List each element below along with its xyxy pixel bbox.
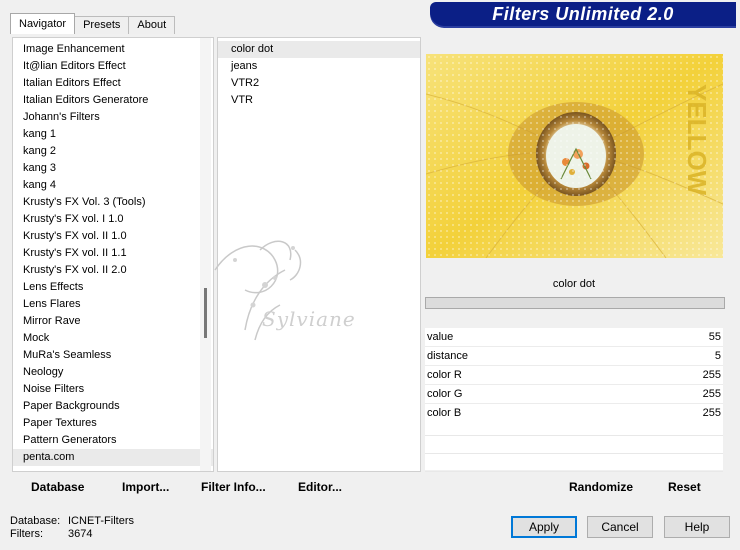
param-label: color R: [427, 369, 462, 381]
tab-about[interactable]: About: [128, 16, 176, 34]
category-item[interactable]: Krusty's FX vol. II 1.0: [13, 228, 213, 245]
category-item[interactable]: Paper Backgrounds: [13, 398, 213, 415]
category-item[interactable]: kang 4: [13, 177, 213, 194]
filter-item[interactable]: jeans: [218, 58, 420, 75]
tab-presets[interactable]: Presets: [74, 16, 130, 34]
cancel-button[interactable]: Cancel: [587, 516, 653, 538]
selected-filter-name: color dot: [425, 273, 723, 295]
category-item[interactable]: Mirror Rave: [13, 313, 213, 330]
category-item[interactable]: Paper Textures: [13, 415, 213, 432]
category-item[interactable]: Krusty's FX vol. I 1.0: [13, 211, 213, 228]
watermark-text: Sylviane: [262, 307, 356, 331]
category-item[interactable]: Krusty's FX vol. II 2.0: [13, 262, 213, 279]
filters-count-value: 3674: [68, 528, 93, 540]
watermark-ornament-icon: [214, 240, 302, 341]
param-empty-row: [425, 418, 723, 436]
param-empty-row: [425, 454, 723, 472]
param-value: 255: [702, 388, 721, 400]
category-item[interactable]: Krusty's FX Vol. 3 (Tools): [13, 194, 213, 211]
apply-button[interactable]: Apply: [511, 516, 577, 538]
filter-item[interactable]: VTR: [218, 92, 420, 109]
param-empty-row: [425, 436, 723, 454]
filter-info-button[interactable]: Filter Info...: [201, 476, 266, 498]
category-item[interactable]: Krusty's FX vol. II 1.1: [13, 245, 213, 262]
app-banner: Filters Unlimited 2.0: [430, 2, 736, 26]
param-label: color G: [427, 388, 463, 400]
category-item[interactable]: Lens Effects: [13, 279, 213, 296]
filters-count-label: Filters:: [10, 528, 43, 540]
param-row-color-r[interactable]: color R 255: [425, 366, 723, 385]
database-label: Database:: [10, 515, 61, 527]
category-list-panel: Image Enhancement It@lian Editors Effect…: [12, 37, 214, 472]
tab-bar: Navigator Presets About: [10, 13, 176, 34]
category-item[interactable]: Lens Flares: [13, 296, 213, 313]
preview-overlay-text: YELLOW: [682, 84, 712, 196]
param-row-value[interactable]: value 55: [425, 328, 723, 347]
progress-bar: [425, 297, 725, 309]
param-value: 55: [708, 331, 721, 343]
filter-item[interactable]: VTR2: [218, 75, 420, 92]
category-item[interactable]: Neology: [13, 364, 213, 381]
param-value: 5: [714, 350, 721, 362]
import-button[interactable]: Import...: [122, 476, 169, 498]
parameter-empty-rows: [425, 418, 723, 472]
param-row-distance[interactable]: distance 5: [425, 347, 723, 366]
category-item[interactable]: kang 2: [13, 143, 213, 160]
database-button[interactable]: Database: [31, 476, 84, 498]
category-item[interactable]: Johann's Filters: [13, 109, 213, 126]
editor-button[interactable]: Editor...: [298, 476, 342, 498]
param-label: distance: [427, 350, 468, 362]
param-value: 255: [702, 369, 721, 381]
param-row-color-g[interactable]: color G 255: [425, 385, 723, 404]
category-item-selected[interactable]: penta.com: [13, 449, 213, 466]
parameter-table: value 55 distance 5 color R 255 color G …: [425, 328, 723, 423]
status-info: Database: ICNET-Filters Filters: 3674: [10, 515, 134, 541]
category-item[interactable]: Pattern Generators: [13, 432, 213, 449]
category-item[interactable]: Italian Editors Effect: [13, 75, 213, 92]
help-button[interactable]: Help: [664, 516, 730, 538]
category-item[interactable]: It@lian Editors Effect: [13, 58, 213, 75]
category-item[interactable]: kang 3: [13, 160, 213, 177]
category-item[interactable]: MuRa's Seamless: [13, 347, 213, 364]
category-item[interactable]: Noise Filters: [13, 381, 213, 398]
category-item[interactable]: kang 1: [13, 126, 213, 143]
reset-button[interactable]: Reset: [668, 476, 701, 498]
filter-item-selected[interactable]: color dot: [218, 41, 420, 58]
randomize-button[interactable]: Randomize: [569, 476, 633, 498]
filter-list: color dot jeans VTR2 VTR: [218, 38, 420, 109]
tab-navigator[interactable]: Navigator: [10, 13, 76, 34]
category-list: Image Enhancement It@lian Editors Effect…: [13, 38, 213, 466]
param-label: value: [427, 331, 454, 343]
category-item[interactable]: Mock: [13, 330, 213, 347]
database-value: ICNET-Filters: [68, 515, 134, 527]
category-item[interactable]: Image Enhancement: [13, 41, 213, 58]
preview-image: YELLOW: [426, 54, 723, 258]
category-item[interactable]: Italian Editors Generatore: [13, 92, 213, 109]
bottom-toolbar: Database Import... Filter Info... Editor…: [12, 476, 724, 498]
